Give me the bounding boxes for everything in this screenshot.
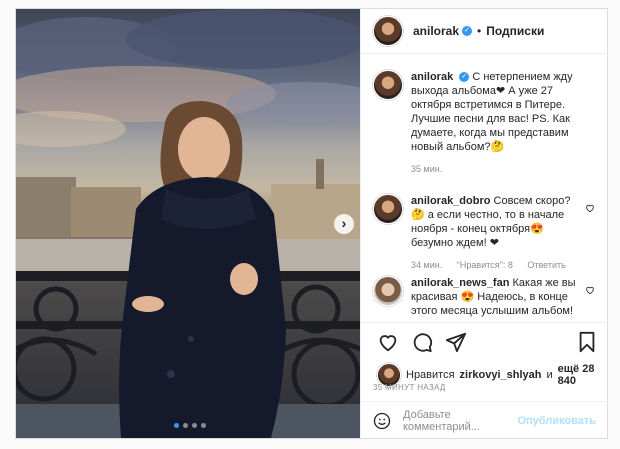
caption-text: С нетерпением жду выхода альбома❤ А уже … bbox=[411, 71, 573, 153]
likes-prefix: Нравится bbox=[406, 369, 455, 381]
comment-avatar[interactable] bbox=[373, 194, 403, 224]
share-icon[interactable] bbox=[445, 331, 467, 353]
liker-username[interactable]: zirkovyi_shlyah bbox=[460, 369, 542, 381]
author-username[interactable]: anilorak bbox=[413, 24, 459, 38]
post-card: › anilorak ✓ • Подписки anilorak ✓ С нет… bbox=[15, 8, 608, 439]
publish-button[interactable]: Опубликовать bbox=[517, 415, 596, 427]
reply-button[interactable]: Ответить bbox=[527, 260, 565, 270]
verified-badge-icon: ✓ bbox=[459, 72, 470, 83]
carousel-dot bbox=[192, 423, 197, 428]
bookmark-icon[interactable] bbox=[576, 331, 598, 353]
comment-icon[interactable] bbox=[411, 331, 433, 353]
comment-username[interactable]: anilorak_news_fan bbox=[411, 277, 509, 289]
comment-time[interactable]: 34 мин. bbox=[411, 260, 442, 270]
carousel-dot bbox=[201, 423, 206, 428]
carousel-dot bbox=[174, 423, 179, 428]
post-sidebar: anilorak ✓ • Подписки anilorak ✓ С нетер… bbox=[360, 9, 608, 438]
author-avatar[interactable] bbox=[373, 16, 403, 46]
carousel-dot bbox=[183, 423, 188, 428]
comment-like-icon[interactable] bbox=[585, 285, 595, 295]
comment-avatar[interactable] bbox=[373, 276, 403, 306]
post-photo[interactable]: › bbox=[16, 9, 360, 438]
scene-illustration bbox=[16, 101, 360, 438]
caption-avatar[interactable] bbox=[373, 70, 403, 100]
verified-badge-icon: ✓ bbox=[462, 26, 473, 36]
post-header: anilorak ✓ • Подписки bbox=[361, 9, 608, 54]
likes-conj: и bbox=[546, 369, 553, 381]
smiley-icon[interactable] bbox=[373, 412, 391, 430]
comment-box: Добавьте комментарий... Опубликовать bbox=[361, 401, 608, 439]
post-actions: Нравится zirkovyi_shlyah и ещё 28 840 35… bbox=[361, 322, 608, 439]
carousel-next-button[interactable]: › bbox=[334, 214, 354, 234]
comment-likes[interactable]: "Нравится": 8 bbox=[457, 260, 513, 270]
caption-username[interactable]: anilorak bbox=[411, 71, 453, 83]
heart-icon[interactable] bbox=[377, 331, 399, 353]
comment-like-icon[interactable] bbox=[585, 203, 595, 213]
caption-time[interactable]: 35 мин. bbox=[411, 164, 442, 174]
comments-list[interactable]: anilorak ✓ С нетерпением жду выхода альб… bbox=[361, 54, 608, 322]
post-timestamp[interactable]: 35 МИНУТ НАЗАД bbox=[373, 383, 446, 392]
carousel-dots bbox=[174, 423, 206, 429]
comment-username[interactable]: anilorak_dobro bbox=[411, 195, 490, 207]
following-button[interactable]: Подписки bbox=[486, 24, 544, 38]
likes-count[interactable]: ещё 28 840 bbox=[558, 363, 608, 387]
comment-input[interactable]: Добавьте комментарий... bbox=[403, 409, 517, 433]
separator: • bbox=[477, 24, 482, 38]
